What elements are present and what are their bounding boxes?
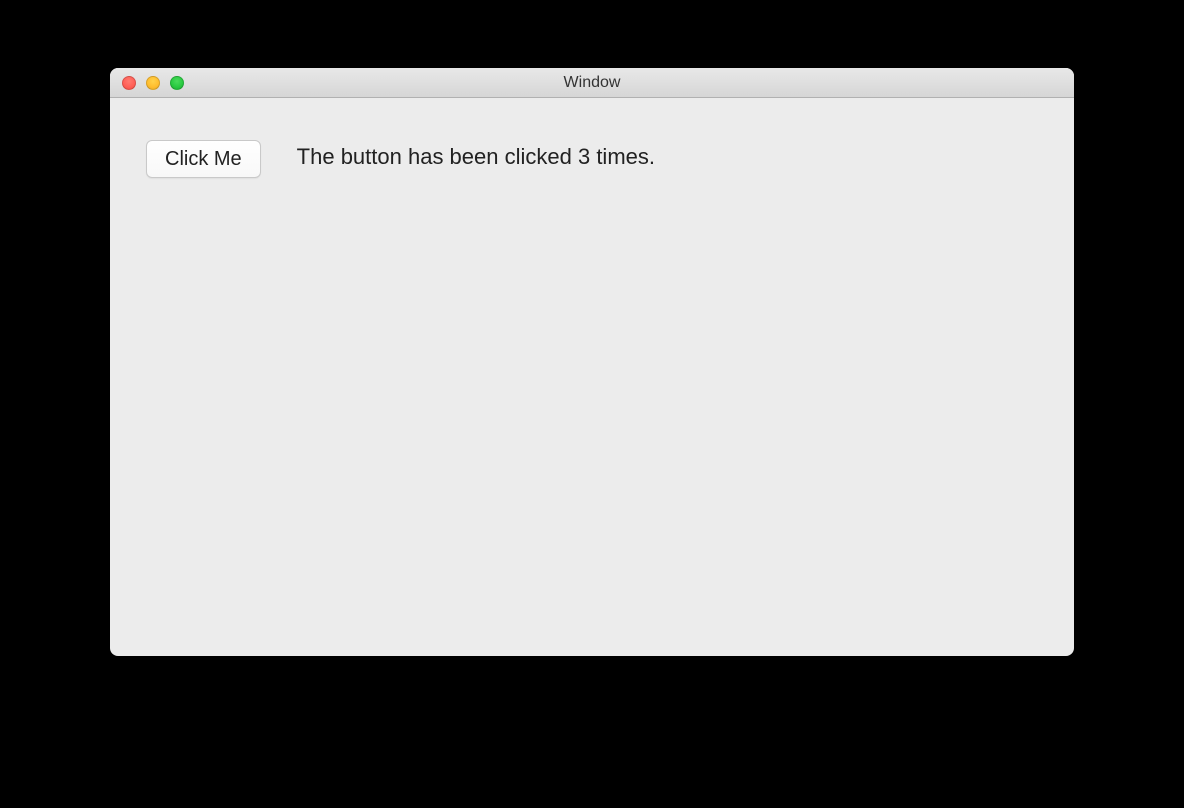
minimize-icon[interactable] xyxy=(146,76,160,90)
click-count-label: The button has been clicked 3 times. xyxy=(297,140,655,170)
zoom-icon[interactable] xyxy=(170,76,184,90)
window-content: Click Me The button has been clicked 3 t… xyxy=(110,98,1074,656)
traffic-lights xyxy=(110,76,184,90)
click-me-button[interactable]: Click Me xyxy=(146,140,261,178)
titlebar[interactable]: Window xyxy=(110,68,1074,98)
window-title: Window xyxy=(110,74,1074,92)
app-window: Window Click Me The button has been clic… xyxy=(110,68,1074,656)
close-icon[interactable] xyxy=(122,76,136,90)
